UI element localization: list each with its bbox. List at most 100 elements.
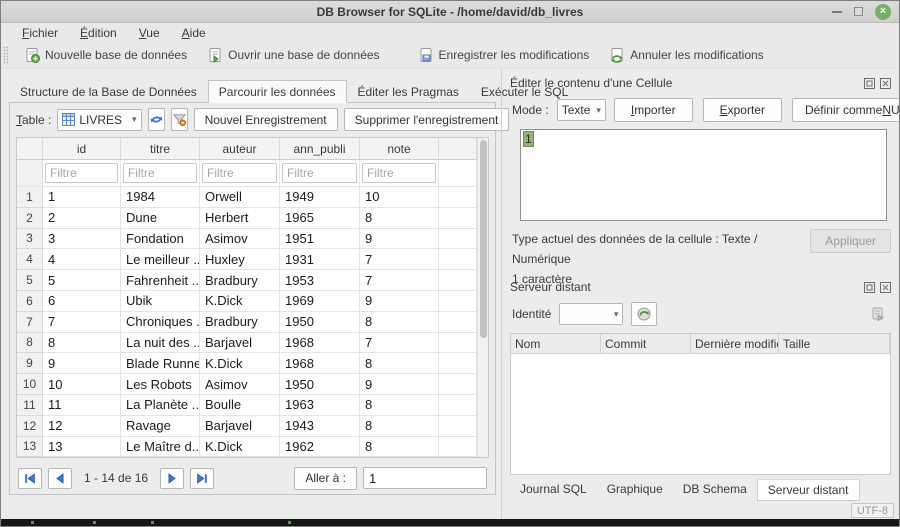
menu-fichier[interactable]: Fichier: [11, 25, 69, 41]
remote-column-taille[interactable]: Taille: [779, 334, 890, 354]
table-cell[interactable]: 8: [360, 312, 439, 333]
table-cell[interactable]: Asimov: [200, 229, 280, 250]
close-panel-icon[interactable]: [880, 78, 891, 89]
remote-column-nom[interactable]: Nom: [511, 334, 601, 354]
table-cell[interactable]: Ubik: [121, 291, 200, 312]
table-cell[interactable]: 1984: [121, 187, 200, 208]
table-cell[interactable]: 2: [43, 208, 121, 229]
table-cell[interactable]: 1963: [280, 395, 360, 416]
table-cell[interactable]: 8: [43, 333, 121, 354]
goto-page-input[interactable]: [363, 467, 487, 489]
table-cell[interactable]: 3: [43, 229, 121, 250]
row-number[interactable]: 12: [17, 416, 43, 437]
table-cell[interactable]: 8: [360, 437, 439, 457]
table-cell[interactable]: 9: [360, 374, 439, 395]
table-cell[interactable]: Blade Runner: [121, 353, 200, 374]
table-cell[interactable]: Le meilleur ...: [121, 249, 200, 270]
last-page-button[interactable]: [190, 468, 214, 489]
float-panel-icon[interactable]: [864, 282, 875, 293]
tab-execute-sql[interactable]: Exécuter le SQL: [470, 80, 579, 103]
table-cell[interactable]: Boulle: [200, 395, 280, 416]
row-number[interactable]: 8: [17, 333, 43, 354]
table-cell[interactable]: Huxley: [200, 249, 280, 270]
table-select[interactable]: LIVRES ▾: [57, 109, 141, 131]
table-cell[interactable]: 8: [360, 395, 439, 416]
column-header-note[interactable]: note: [360, 138, 439, 160]
table-cell[interactable]: 1949: [280, 187, 360, 208]
table-cell[interactable]: Herbert: [200, 208, 280, 229]
row-number[interactable]: 3: [17, 229, 43, 250]
table-cell[interactable]: 6: [43, 291, 121, 312]
table-cell[interactable]: K.Dick: [200, 353, 280, 374]
refresh-button[interactable]: [148, 108, 165, 131]
table-cell[interactable]: Ravage: [121, 416, 200, 437]
filter-input-titre[interactable]: [123, 163, 197, 183]
column-header-auteur[interactable]: auteur: [200, 138, 280, 160]
menu-vue[interactable]: Vue: [128, 25, 171, 41]
row-number[interactable]: 11: [17, 395, 43, 416]
save-changes-button[interactable]: Enregistrer les modifications: [410, 44, 598, 66]
table-cell[interactable]: Barjavel: [200, 333, 280, 354]
float-panel-icon[interactable]: [864, 78, 875, 89]
row-number[interactable]: 4: [17, 249, 43, 270]
close-panel-icon[interactable]: [880, 282, 891, 293]
table-cell[interactable]: 8: [360, 208, 439, 229]
table-cell[interactable]: 9: [43, 353, 121, 374]
table-cell[interactable]: La Planète ...: [121, 395, 200, 416]
table-cell[interactable]: Fondation: [121, 229, 200, 250]
table-cell[interactable]: 13: [43, 437, 121, 457]
filter-toggle-button[interactable]: [171, 108, 188, 131]
table-cell[interactable]: 8: [360, 353, 439, 374]
new-record-button[interactable]: Nouvel Enregistrement: [194, 108, 338, 131]
filter-input-auteur[interactable]: [202, 163, 277, 183]
table-cell[interactable]: 9: [360, 291, 439, 312]
tab-database-structure[interactable]: Structure de la Base de Données: [9, 80, 208, 103]
table-cell[interactable]: Les Robots: [121, 374, 200, 395]
row-number[interactable]: 6: [17, 291, 43, 312]
table-cell[interactable]: La nuit des ...: [121, 333, 200, 354]
table-cell[interactable]: 12: [43, 416, 121, 437]
table-cell[interactable]: 1931: [280, 249, 360, 270]
table-cell[interactable]: 1965: [280, 208, 360, 229]
open-database-button[interactable]: Ouvrir une base de données: [199, 44, 387, 66]
toolbar-drag-handle[interactable]: [3, 46, 8, 64]
row-number[interactable]: 9: [17, 353, 43, 374]
table-cell[interactable]: 10: [43, 374, 121, 395]
table-cell[interactable]: 1962: [280, 437, 360, 457]
table-cell[interactable]: 1953: [280, 270, 360, 291]
filter-input-id[interactable]: [45, 163, 118, 183]
first-page-button[interactable]: [18, 468, 42, 489]
table-cell[interactable]: 10: [360, 187, 439, 208]
table-cell[interactable]: 1968: [280, 353, 360, 374]
table-cell[interactable]: K.Dick: [200, 437, 280, 457]
table-cell[interactable]: K.Dick: [200, 291, 280, 312]
table-cell[interactable]: 1: [43, 187, 121, 208]
reload-remote-button[interactable]: [631, 302, 657, 326]
identity-select[interactable]: ▾: [559, 303, 623, 325]
table-cell[interactable]: Le Maître d...: [121, 437, 200, 457]
table-cell[interactable]: 1950: [280, 374, 360, 395]
table-cell[interactable]: 1968: [280, 333, 360, 354]
table-cell[interactable]: 8: [360, 416, 439, 437]
table-cell[interactable]: 7: [360, 249, 439, 270]
import-button[interactable]: Importer: [614, 98, 693, 122]
maximize-icon[interactable]: [854, 7, 863, 16]
table-cell[interactable]: 4: [43, 249, 121, 270]
menu-aide[interactable]: Aide: [171, 25, 217, 41]
table-cell[interactable]: 7: [360, 333, 439, 354]
tab-journal-sql[interactable]: Journal SQL: [510, 479, 597, 501]
next-page-button[interactable]: [160, 468, 184, 489]
apply-button[interactable]: Appliquer: [810, 229, 891, 253]
column-header-titre[interactable]: titre: [121, 138, 200, 160]
revert-changes-button[interactable]: Annuler les modifications: [601, 44, 771, 66]
new-database-button[interactable]: Nouvelle base de données: [16, 44, 195, 66]
filter-input-note[interactable]: [362, 163, 436, 183]
previous-page-button[interactable]: [48, 468, 72, 489]
column-header-id[interactable]: id: [43, 138, 121, 160]
row-number[interactable]: 5: [17, 270, 43, 291]
table-cell[interactable]: Asimov: [200, 374, 280, 395]
menu-edition[interactable]: Édition: [69, 25, 128, 41]
grid-vertical-scrollbar[interactable]: [477, 138, 488, 457]
table-cell[interactable]: 9: [360, 229, 439, 250]
close-icon[interactable]: ×: [875, 4, 891, 20]
